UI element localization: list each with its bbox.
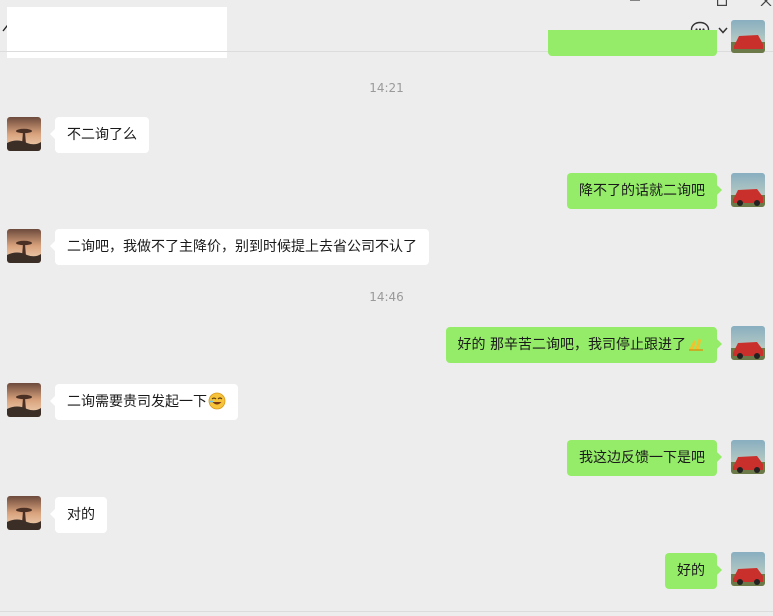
message-bubble-outgoing[interactable]: 好的 [665,553,722,589]
message-text: 降不了的话就二询吧 [579,183,705,199]
message-bubble-incoming[interactable]: 二询吧，我做不了主降价，别到时候提上去省公司不认了 [50,229,429,265]
message-bubble-outgoing[interactable]: 降不了的话就二询吧 [567,173,722,209]
input-divider [0,611,773,612]
hands-icon [687,331,705,351]
contact-avatar[interactable] [7,229,41,263]
my-avatar[interactable] [731,173,765,207]
message-bubble-incoming[interactable]: 对的 [50,497,107,533]
contact-avatar[interactable] [7,383,41,417]
message-text: 二询需要贵司发起一下 [67,394,207,410]
my-avatar[interactable] [731,552,765,586]
close-icon[interactable] [760,0,772,10]
message-text: 好的 [677,563,705,579]
laughing-emoji-icon [208,388,226,410]
message-bubble-outgoing[interactable]: 我这边反馈一下是吧 [567,440,722,476]
timestamp: 14:21 [369,81,404,95]
message-text: 对的 [67,507,95,523]
message-bubble-incoming[interactable]: 二询需要贵司发起一下 [50,384,238,420]
pin-icon[interactable] [629,0,641,8]
message-bubble-outgoing[interactable]: 好的 那辛苦二询吧，我司停止跟进了 [445,327,723,363]
my-avatar[interactable] [731,20,765,53]
message-bubble-incoming[interactable]: 不二询了么 [50,117,149,153]
previous-message-bubble[interactable] [548,30,717,56]
message-text: 不二询了么 [67,127,137,143]
message-text: 好的 那辛苦二询吧，我司停止跟进了 [457,337,686,353]
contact-avatar[interactable] [7,117,41,151]
message-text: 我这边反馈一下是吧 [579,450,705,466]
contact-avatar[interactable] [7,496,41,530]
chevron-down-icon[interactable] [717,20,729,40]
timestamp: 14:46 [369,290,404,304]
maximize-icon[interactable] [717,0,728,10]
my-avatar[interactable] [731,326,765,360]
my-avatar[interactable] [731,440,765,474]
message-text: 二询吧，我做不了主降价，别到时候提上去省公司不认了 [67,239,417,255]
